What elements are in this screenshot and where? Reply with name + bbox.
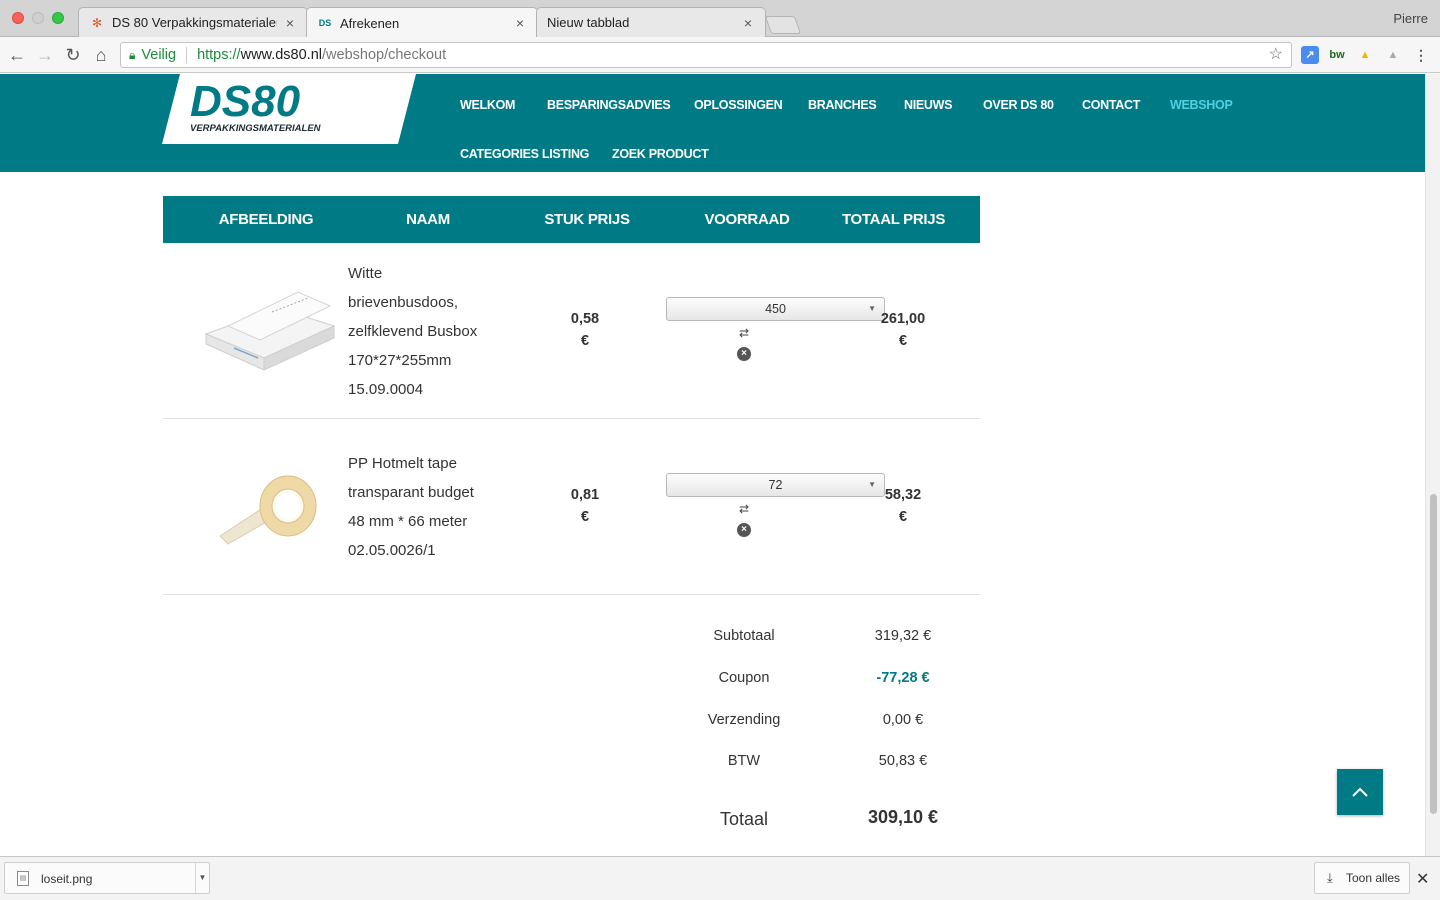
cart-table-header: AFBEELDING NAAM STUK PRIJS VOORRAAD TOTA… [163,196,980,243]
home-icon[interactable]: ⌂ [90,44,112,66]
coupon-value: -77,28 € [876,670,930,686]
profile-name[interactable]: Pierre [1393,11,1428,26]
image-file-icon: ▤ [17,871,29,886]
menu-besparingsadvies[interactable]: BESPARINGSADVIES [547,98,671,112]
total-price: 58,32 € [884,487,922,525]
page-scrollbar[interactable] [1425,74,1440,856]
total-price: 261,00 € [880,311,926,349]
browser-tab-ds80[interactable]: ✻ DS 80 Verpakkingsmaterialen × [78,7,308,37]
shipping-label: Verzending [707,712,781,728]
menu-over-ds80[interactable]: OVER DS 80 [983,98,1054,112]
browser-tab-new[interactable]: Nieuw tabblad × [536,7,766,37]
header-totaal-prijs: TOTAAL PRIJS [841,211,946,228]
header-afbeelding: AFBEELDING [218,211,314,228]
product-image-busbox[interactable] [198,286,338,376]
bookmark-star-icon[interactable]: ☆ [1269,43,1283,67]
menu-branches[interactable]: BRANCHES [808,98,877,112]
google-drive-icon[interactable]: ▲ [1356,46,1374,64]
scrollbar-thumb[interactable] [1430,494,1437,814]
header-voorraad: VOORRAAD [704,211,790,228]
menu-oplossingen[interactable]: OPLOSSINGEN [694,98,783,112]
unit-price: 0,81 € [570,487,600,525]
coupon-label: Coupon [718,670,770,686]
close-download-bar-icon[interactable]: ✕ [1416,869,1429,889]
tab-close-icon[interactable]: × [283,15,297,31]
reload-icon[interactable]: ↻ [62,44,84,66]
window-minimize-button[interactable] [32,12,44,24]
shipping-value: 0,00 € [882,712,924,728]
window-close-button[interactable] [12,12,24,24]
url-host: www.ds80.nl [240,47,322,63]
total-value: 309,10 € [867,807,939,827]
caret-down-icon[interactable]: ▼ [195,863,209,893]
address-bar[interactable]: 🔒︎ Veilig https:// www.ds80.nl /webshop/… [120,42,1292,68]
header-naam: NAAM [406,211,450,228]
tab-close-icon[interactable]: × [513,15,527,31]
product-name[interactable]: PP Hotmelt tape transparant budget 48 mm… [348,449,498,565]
ds80-logo[interactable]: DS80 VERPAKKINGSMATERIALEN [162,74,416,144]
back-arrow-icon[interactable]: ← [6,44,28,66]
extension-drive-gray-icon[interactable]: ▲ [1384,46,1402,64]
secure-label: Veilig [141,47,188,63]
remove-item-icon[interactable]: × [737,523,751,537]
subtotal-label: Subtotaal [713,628,775,644]
lock-icon: 🔒︎ [129,48,136,62]
svg-text:VERPAKKINGSMATERIALEN: VERPAKKINGSMATERIALEN [190,123,322,134]
ds80-favicon-icon: DS [318,18,332,28]
download-item[interactable]: ▤ loseit.png ▼ [4,862,210,894]
browser-tab-checkout[interactable]: DS Afrekenen × [306,7,538,38]
browser-toolbar: ← → ↻ ⌂ 🔒︎ Veilig https:// www.ds80.nl /… [0,37,1440,73]
url-scheme: https:// [197,47,241,63]
extension-bw-icon[interactable]: bw [1328,46,1346,64]
url-path: /webshop/checkout [322,47,447,63]
product-image-tape[interactable] [214,466,324,546]
row-divider [163,418,980,419]
vat-value: 50,83 € [878,753,928,769]
remove-item-icon[interactable]: × [737,347,751,361]
menu-categories-listing[interactable]: CATEGORIES LISTING [460,147,589,161]
new-tab-button[interactable] [764,16,802,34]
webpage: DS80 VERPAKKINGSMATERIALEN WELKOM BESPAR… [0,74,1425,856]
browser-tab-bar: ✻ DS 80 Verpakkingsmaterialen × DS Afrek… [0,0,1440,38]
quantity-select[interactable]: 450 ▼ [666,297,885,321]
menu-zoek-product[interactable]: ZOEK PRODUCT [612,147,709,161]
product-name[interactable]: Witte brievenbusdoos, zelfklevend Busbox… [348,259,498,404]
quantity-select[interactable]: 72 ▼ [666,473,885,497]
download-arrow-icon: ⤓ [1327,870,1333,885]
svg-text:DS80: DS80 [190,77,301,126]
browser-menu-icon[interactable]: ⋮ [1412,46,1430,64]
refresh-quantity-icon[interactable]: ⇄ [737,502,751,516]
back-to-top-button[interactable] [1337,769,1383,815]
download-file-name: loseit.png [41,872,93,886]
header-stuk-prijs: STUK PRIJS [544,211,630,228]
extension-chart-icon[interactable]: ↗ [1301,46,1319,64]
menu-webshop[interactable]: WEBSHOP [1170,98,1233,112]
joomla-favicon-icon: ✻ [91,15,103,30]
chevron-up-icon [1352,787,1368,797]
menu-welkom[interactable]: WELKOM [460,98,515,112]
download-bar: ▤ loseit.png ▼ ⤓ Toon alles ✕ [0,856,1440,900]
row-divider [163,594,980,595]
menu-nieuws[interactable]: NIEUWS [904,98,953,112]
show-all-downloads-button[interactable]: ⤓ Toon alles [1314,862,1410,894]
window-zoom-button[interactable] [52,12,64,24]
total-label: Totaal [719,809,769,829]
unit-price: 0,58 € [570,311,600,349]
site-header: DS80 VERPAKKINGSMATERIALEN WELKOM BESPAR… [0,74,1425,172]
vat-label: BTW [727,753,761,769]
refresh-quantity-icon[interactable]: ⇄ [737,326,751,340]
menu-contact[interactable]: CONTACT [1082,98,1140,112]
forward-arrow-icon[interactable]: → [34,44,56,66]
subtotal-value: 319,32 € [874,628,932,644]
tab-close-icon[interactable]: × [741,15,755,31]
